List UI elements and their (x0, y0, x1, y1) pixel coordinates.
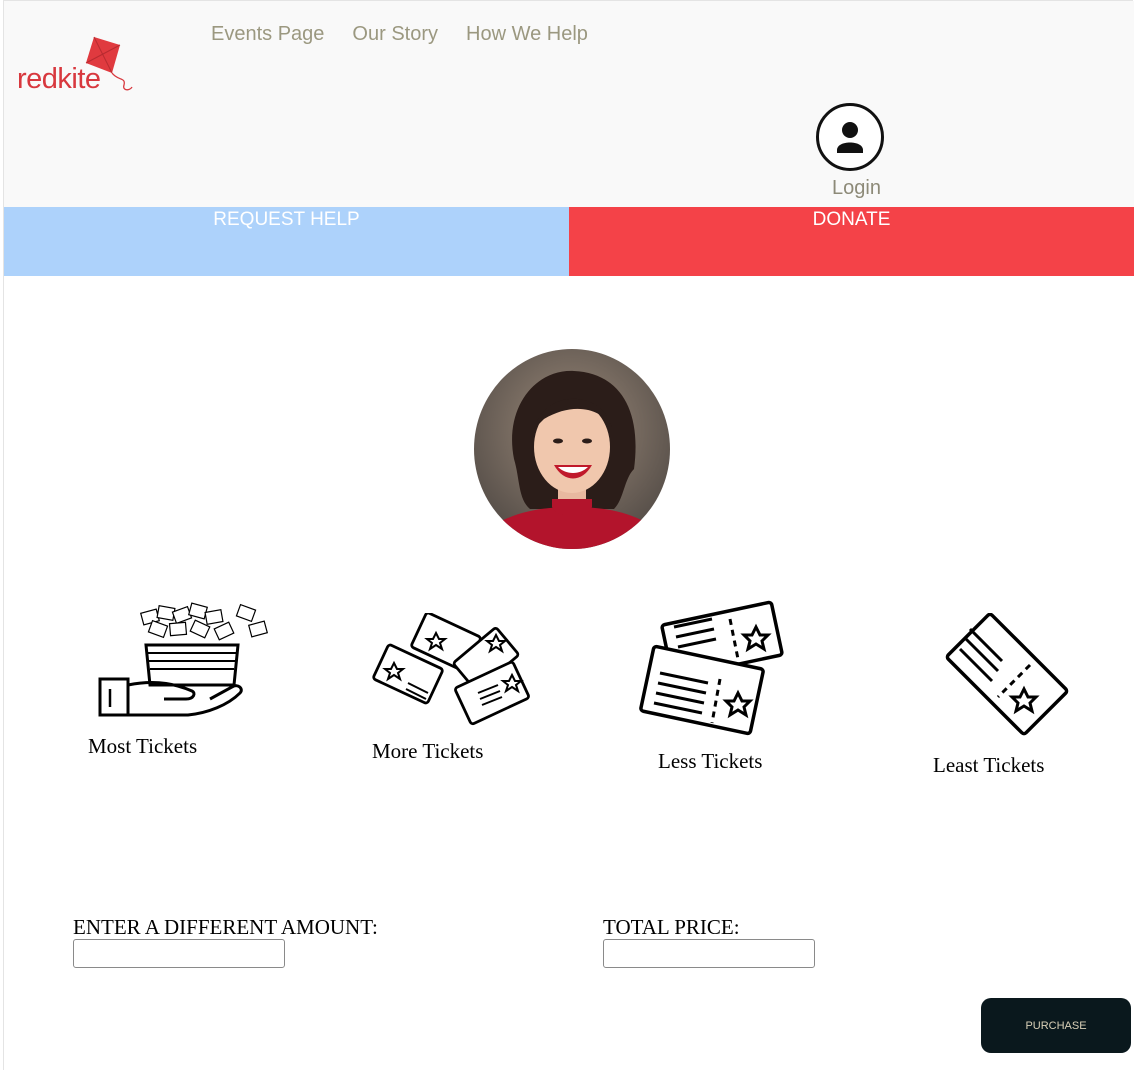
hand-with-tickets-icon (98, 602, 269, 717)
ticket-option-label: Less Tickets (658, 749, 763, 773)
request-help-button[interactable]: REQUEST HELP (4, 207, 569, 276)
nav-how-we-help[interactable]: How We Help (466, 23, 588, 46)
total-price-input[interactable] (603, 939, 815, 968)
purchase-button[interactable]: PURCHASE (981, 998, 1131, 1053)
ticket-option-label: Least Tickets (933, 753, 1045, 777)
page: redkite Events Page Our Story How We Hel… (3, 0, 1134, 1070)
redkite-logo[interactable]: redkite (14, 35, 144, 105)
ticket-option-less[interactable]: Less Tickets (638, 599, 798, 777)
amount-input[interactable] (73, 939, 285, 968)
nav-our-story[interactable]: Our Story (352, 23, 438, 46)
logo-text: redkite (17, 63, 101, 95)
login-button[interactable]: Login (814, 103, 894, 203)
profile-photo (474, 349, 670, 549)
user-icon (816, 103, 884, 171)
request-help-label: REQUEST HELP (213, 209, 360, 230)
nav-events-page[interactable]: Events Page (211, 23, 324, 46)
donate-label: DONATE (812, 209, 891, 230)
single-ticket-icon (945, 613, 1069, 736)
donate-button[interactable]: DONATE (569, 207, 1134, 276)
ticket-option-most[interactable]: Most Tickets (88, 601, 278, 766)
login-label: Login (832, 177, 881, 199)
ticket-option-more[interactable]: More Tickets (368, 613, 558, 773)
site-header: redkite Events Page Our Story How We Hel… (4, 1, 1134, 207)
ticket-option-label: Most Tickets (88, 734, 198, 758)
many-tickets-icon (372, 613, 530, 726)
total-price-label: TOTAL PRICE: (603, 915, 740, 939)
main-nav: Events Page Our Story How We Help (211, 23, 588, 46)
two-tickets-icon (639, 600, 784, 736)
ticket-option-least[interactable]: Least Tickets (932, 613, 1072, 779)
ticket-option-label: More Tickets (372, 739, 484, 763)
amount-label: ENTER A DIFFERENT AMOUNT: (73, 915, 378, 939)
